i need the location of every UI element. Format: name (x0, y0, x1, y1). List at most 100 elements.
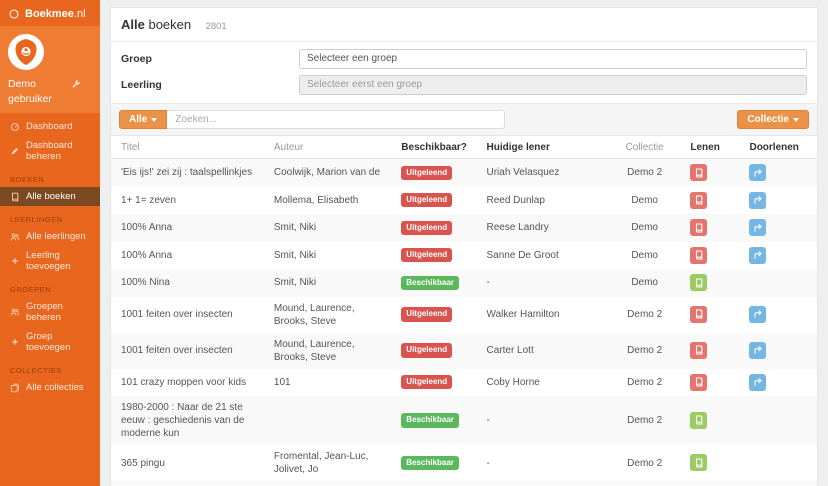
cell-book-title: 100% Anna (121, 249, 173, 261)
column-header-collectie[interactable]: Collectie (606, 136, 681, 159)
sidebar-item-alle-leerlingen[interactable]: Alle leerlingen (0, 227, 100, 246)
forward-loan-button[interactable] (749, 305, 767, 323)
cell-collection: Demo 2 (627, 376, 663, 388)
forward-loan-button[interactable] (749, 191, 767, 209)
cell-current-borrower: Carter Lott (486, 345, 534, 356)
cell-forward-action (739, 297, 817, 333)
lend-book-button[interactable] (690, 274, 708, 291)
sidebar-item-groepen-beheren[interactable]: Groepen beheren (0, 297, 100, 327)
sidebar-item-dashboard[interactable]: Dashboard (0, 117, 100, 136)
search-input-group: Alle (119, 110, 506, 129)
lend-book-button[interactable] (690, 411, 708, 429)
sidebar-item-label: Alle collecties (26, 382, 84, 394)
student-select[interactable]: Selecteer eerst een groep (299, 75, 807, 95)
column-header-auteur[interactable]: Auteur (263, 136, 392, 159)
table-row: 4@tijd verliefdMollema, ElisabethBeschik… (111, 481, 817, 486)
cell-forward-action (739, 242, 817, 270)
table-row: 100% Nina Smit, Niki Beschikbaar - Demo (111, 269, 817, 297)
sidebar: Boekmee.nl Demo gebruiker Dashboard Dashb… (0, 0, 100, 486)
cell-book-title: 4@tijd verliefd (111, 481, 264, 486)
card-header: Alle boeken 2801 (111, 8, 817, 42)
cell-current-borrower: Sanne De Groot (486, 249, 559, 261)
return-book-button[interactable] (690, 246, 708, 264)
cell-availability: Uitgeleend (391, 187, 476, 215)
table-row: 1+ 1= zeven Mollema, Elisabeth Uitgeleend R… (111, 187, 817, 215)
cell-current-borrower: - (486, 277, 490, 289)
return-book-button[interactable] (690, 373, 708, 391)
column-header-titel[interactable]: Titel (111, 136, 264, 159)
table-row: 1980-2000 : Naar de 21 ste eeuw : geschi… (111, 396, 817, 445)
brand-logo-icon (8, 8, 20, 20)
table-row: 1001 feiten over insecten Mound, Laurence… (111, 297, 817, 333)
cell-lend-action (680, 269, 739, 297)
sidebar-item-alle-boeken[interactable]: Alle boeken (0, 187, 100, 207)
plus-icon (10, 256, 20, 266)
cell-book-title: 1+ 1= zeven (121, 194, 177, 206)
cell-availability: Beschikbaar (391, 396, 476, 445)
cell-book-title: 100% Nina (121, 277, 170, 289)
forward-loan-button[interactable] (749, 246, 767, 264)
books-card: Alle boeken 2801 Groep Selecteer een gro… (110, 7, 818, 486)
cell-lend-action (680, 481, 739, 486)
cell-forward-action (739, 214, 817, 242)
cell-book-author: Smit, Niki (273, 222, 317, 234)
sidebar-item-label: Dashboard (26, 121, 73, 133)
forward-loan-button[interactable] (749, 341, 767, 359)
cell-forward-action (739, 187, 817, 215)
cell-book-author: Coolwijk, Marion van de (273, 167, 381, 179)
sidebar-item-leerling-toevoegen[interactable]: Leerling toevoegen (0, 246, 100, 276)
cell-book-author: Mollema, Elisabeth (264, 481, 391, 486)
sidebar-item-dashboard-beheren[interactable]: Dashboard beheren (0, 136, 100, 166)
forward-loan-button[interactable] (749, 219, 767, 236)
student-filter-row: Leerling Selecteer eerst een groep (121, 75, 807, 95)
cell-book-title: 1001 feiten over insecten (121, 309, 233, 320)
status-badge-beschikbaar: Beschikbaar (401, 413, 459, 428)
return-book-button[interactable] (690, 219, 708, 236)
collection-button[interactable]: Collectie (737, 110, 809, 129)
sidebar-item-groep-toevoegen[interactable]: Groep toevoegen (0, 327, 100, 357)
cell-availability: Beschikbaar (391, 445, 476, 481)
cell-collection: Demo (607, 481, 680, 486)
status-badge-beschikbaar: Beschikbaar (401, 275, 459, 290)
cell-forward-action (739, 445, 817, 481)
cell-book-author: Smit, Niki (273, 277, 317, 289)
group-filter-row: Groep Selecteer een groep (121, 49, 807, 69)
cell-lend-action (680, 187, 739, 215)
nav-section-label: GROEPEN (10, 285, 52, 295)
cell-collection: Demo (631, 194, 658, 206)
column-header-beschikbaar: Beschikbaar? (391, 136, 477, 159)
sidebar-item-alle-collecties[interactable]: Alle collecties (0, 378, 100, 397)
cell-availability: Uitgeleend (391, 297, 476, 333)
cell-lend-action (680, 297, 739, 333)
sidebar-nav: Dashboard Dashboard beheren BOEKEN Alle boe… (0, 113, 100, 397)
return-book-button[interactable] (690, 341, 708, 359)
cell-book-author: Mound, Laurence, Brooks, Steve (273, 338, 355, 363)
search-input[interactable] (167, 110, 506, 129)
group-select[interactable]: Selecteer een groep (299, 49, 807, 69)
cell-collection: Demo (631, 222, 658, 234)
cell-availability: Uitgeleend (391, 242, 476, 270)
cell-current-borrower: Reese Landry (486, 222, 549, 234)
forward-loan-button[interactable] (749, 373, 767, 391)
sidebar-item-label: Groep toevoegen (26, 331, 71, 354)
cell-book-author: 101 (273, 376, 291, 388)
plus-icon (10, 337, 20, 347)
edit-icon (10, 146, 20, 156)
return-book-button[interactable] (690, 191, 708, 209)
return-book-button[interactable] (690, 305, 708, 323)
status-badge-uitgeleend: Uitgeleend (401, 220, 453, 235)
table-row: 101 crazy moppen voor kids 101 Uitgeleend C… (111, 369, 817, 397)
cell-collection: Demo 2 (627, 345, 663, 356)
search-scope-button[interactable]: Alle (119, 110, 168, 129)
forward-loan-button[interactable] (749, 164, 767, 181)
brand-name: Boekmee.nl (25, 8, 86, 20)
brand[interactable]: Boekmee.nl (0, 0, 100, 26)
search-toolbar: Alle Collectie (111, 103, 817, 136)
wrench-icon[interactable] (71, 79, 81, 89)
cell-forward-action (739, 269, 817, 297)
avatar (8, 34, 44, 70)
cell-lend-action (680, 396, 739, 445)
return-book-button[interactable] (690, 164, 708, 181)
cell-book-title: 1001 feiten over insecten (121, 345, 233, 356)
lend-book-button[interactable] (690, 454, 708, 472)
